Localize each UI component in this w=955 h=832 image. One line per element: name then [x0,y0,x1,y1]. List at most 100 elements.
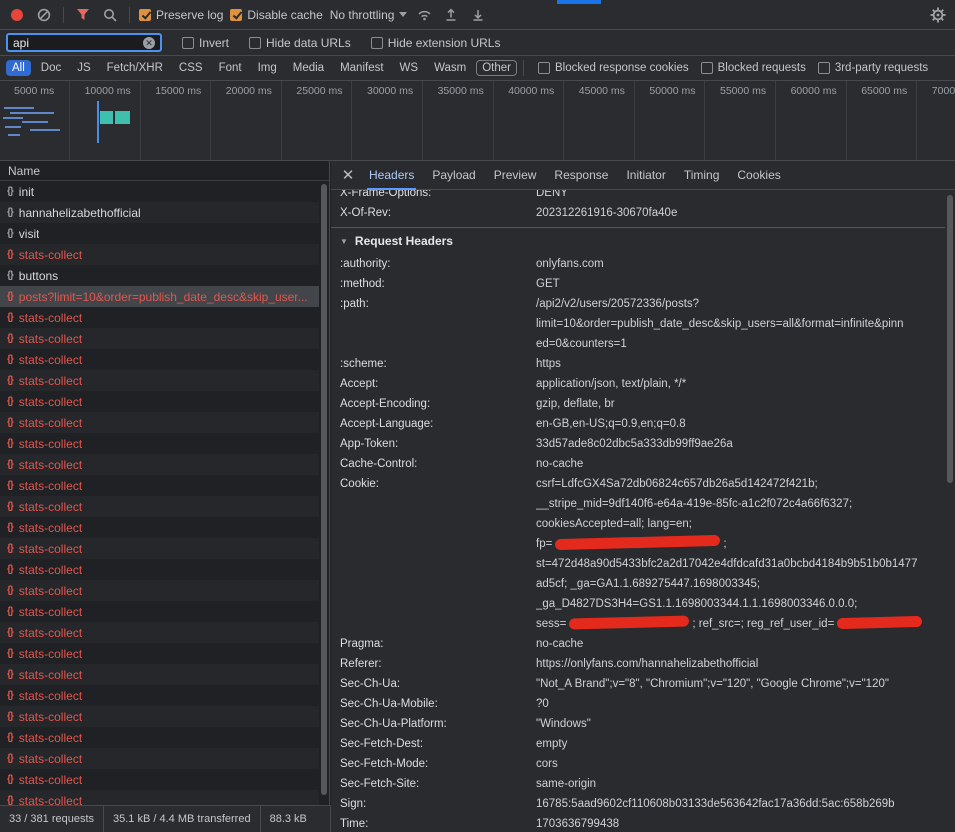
waterfall-activity-block [115,111,130,124]
header-value-line: no-cache [536,634,945,654]
header-value: no-cache [536,634,945,654]
scrollbar-thumb[interactable] [321,184,327,795]
request-row[interactable]: {}stats-collect [0,475,319,496]
request-row[interactable]: {}stats-collect [0,517,319,538]
request-row[interactable]: {}stats-collect [0,559,319,580]
hide-extension-urls-checkbox[interactable]: Hide extension URLs [371,36,501,50]
request-row[interactable]: {}stats-collect [0,538,319,559]
detail-tab-response[interactable]: Response [545,161,617,190]
checkbox-box[interactable] [139,9,151,21]
filter-pill-all[interactable]: All [6,60,31,76]
detail-tab-headers[interactable]: Headers [360,161,423,190]
record-button[interactable] [7,5,27,25]
request-row[interactable]: {}stats-collect [0,433,319,454]
detail-tab-preview[interactable]: Preview [485,161,546,190]
filter-pill-fetch-xhr[interactable]: Fetch/XHR [101,60,169,76]
request-row[interactable]: {}buttons [0,265,319,286]
checkbox-box[interactable] [182,37,194,49]
request-row[interactable]: {}stats-collect [0,769,319,790]
detail-tab-timing[interactable]: Timing [675,161,729,190]
filter-pill-media[interactable]: Media [287,60,330,76]
request-list-rows: {}init{}hannahelizabethofficial{}visit{}… [0,181,319,805]
header-value-line: ed=0&counters=1 [536,334,945,354]
request-row[interactable]: {}stats-collect [0,307,319,328]
request-row[interactable]: {}stats-collect [0,727,319,748]
header-value-text: fp= [536,538,552,550]
request-row[interactable]: {}stats-collect [0,706,319,727]
checkbox-blocked-response-cookies[interactable]: Blocked response cookies [538,62,689,74]
request-row[interactable]: {}posts?limit=10&order=publish_date_desc… [0,286,319,307]
request-row[interactable]: {}stats-collect [0,370,319,391]
filter-pill-css[interactable]: CSS [173,60,209,76]
request-row[interactable]: {}stats-collect [0,244,319,265]
filter-input[interactable]: api ✕ [6,33,162,52]
network-conditions-button[interactable] [414,5,434,25]
checkbox-box[interactable] [230,9,242,21]
request-row[interactable]: {}stats-collect [0,391,319,412]
request-row[interactable]: {}stats-collect [0,685,319,706]
request-name: stats-collect [19,752,82,766]
scrollbar-thumb[interactable] [947,195,953,483]
invert-checkbox[interactable]: Invert [182,36,229,50]
request-headers-section-header[interactable]: ▼ Request Headers [331,228,945,254]
filter-pill-js[interactable]: JS [71,60,96,76]
request-row[interactable]: {}stats-collect [0,643,319,664]
detail-tab-cookies[interactable]: Cookies [728,161,789,190]
header-value: 1703636799438 [536,814,945,832]
filter-pill-doc[interactable]: Doc [35,60,67,76]
checkbox-box[interactable] [701,62,713,74]
detail-tabs: ✕ HeadersPayloadPreviewResponseInitiator… [331,161,955,190]
request-row[interactable]: {}stats-collect [0,412,319,433]
filter-toggle-button[interactable] [73,5,93,25]
settings-button[interactable] [928,5,948,25]
request-row[interactable]: {}stats-collect [0,748,319,769]
checkbox-blocked-requests[interactable]: Blocked requests [701,62,806,74]
search-button[interactable] [100,5,120,25]
request-row[interactable]: {}hannahelizabethofficial [0,202,319,223]
export-har-button[interactable] [441,5,461,25]
hide-data-urls-checkbox[interactable]: Hide data URLs [249,36,351,50]
close-details-button[interactable]: ✕ [336,166,360,184]
clear-button[interactable] [34,5,54,25]
checkbox-box[interactable] [818,62,830,74]
checkbox-label: Disable cache [247,8,322,22]
request-row[interactable]: {}stats-collect [0,790,319,805]
clear-filter-icon[interactable]: ✕ [143,37,155,49]
timeline-gridline [140,81,141,160]
checkbox-3rd-party-requests[interactable]: 3rd-party requests [818,62,928,74]
script-file-icon: {} [7,564,13,575]
preserve-log-checkbox[interactable]: Preserve log [139,8,223,22]
import-har-button[interactable] [468,5,488,25]
checkbox-box[interactable] [371,37,383,49]
request-row[interactable]: {}stats-collect [0,454,319,475]
request-row[interactable]: {}stats-collect [0,496,319,517]
filter-pill-ws[interactable]: WS [394,60,425,76]
overview-timeline[interactable]: 5000 ms10000 ms15000 ms20000 ms25000 ms3… [0,81,955,161]
request-row[interactable]: {}stats-collect [0,580,319,601]
request-row[interactable]: {}visit [0,223,319,244]
request-row[interactable]: {}stats-collect [0,328,319,349]
filter-pill-other[interactable]: Other [476,60,517,76]
disable-cache-checkbox[interactable]: Disable cache [230,8,322,22]
filter-pill-manifest[interactable]: Manifest [334,60,389,76]
request-row[interactable]: {}init [0,181,319,202]
headers-content: X-Frame-Options:DENYX-Of-Rev:20231226191… [331,190,945,832]
filter-pill-wasm[interactable]: Wasm [428,60,472,76]
request-row[interactable]: {}stats-collect [0,622,319,643]
throttling-select[interactable]: No throttling [330,8,408,22]
filter-pill-img[interactable]: Img [252,60,283,76]
name-column-header[interactable]: Name [0,161,329,181]
request-list-scrollbar[interactable] [319,181,329,805]
request-row[interactable]: {}stats-collect [0,601,319,622]
checkbox-box[interactable] [538,62,550,74]
detail-tab-initiator[interactable]: Initiator [617,161,674,190]
checkbox-box[interactable] [249,37,261,49]
section-title: Request Headers [355,234,453,248]
filter-pill-font[interactable]: Font [213,60,248,76]
detail-tab-payload[interactable]: Payload [423,161,484,190]
timeline-gridline [281,81,282,160]
request-row[interactable]: {}stats-collect [0,664,319,685]
request-row[interactable]: {}stats-collect [0,349,319,370]
details-scrollbar[interactable] [945,190,955,832]
header-name: Accept-Encoding: [340,394,536,414]
